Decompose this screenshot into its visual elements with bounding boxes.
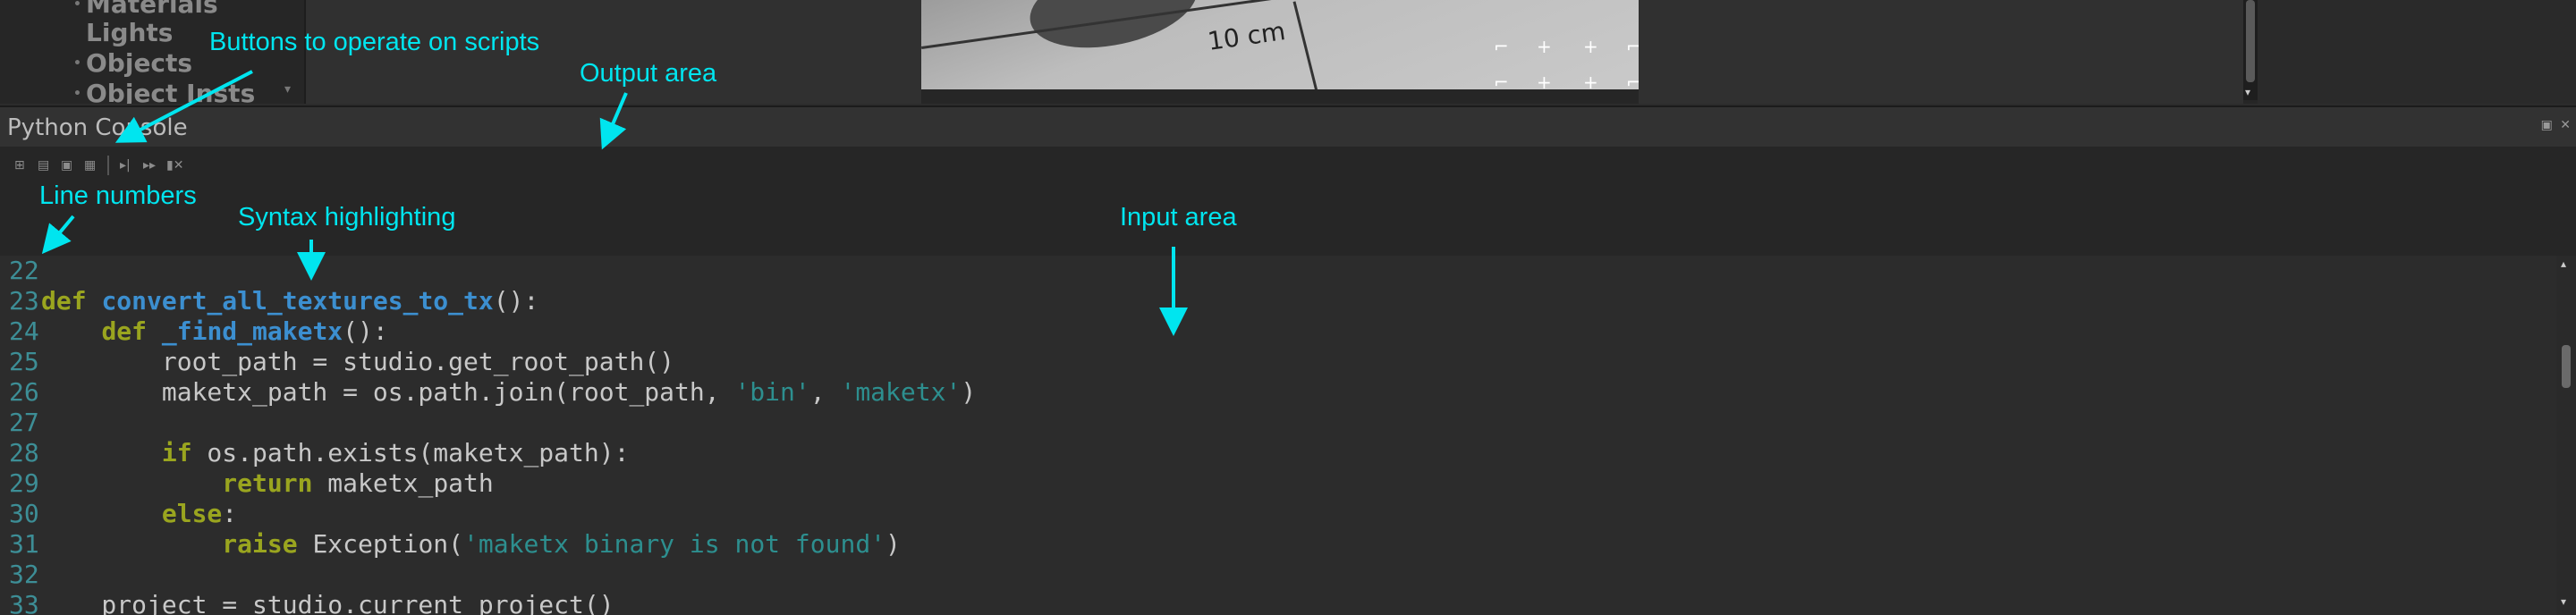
- clear-output-icon[interactable]: ▮✕: [166, 157, 183, 173]
- annotation-syntax: Syntax highlighting: [238, 203, 456, 232]
- string-token: 'bin': [734, 377, 810, 407]
- code-token: ,: [809, 377, 841, 407]
- code-text: def _find_maketx():: [41, 316, 388, 347]
- viewport-background: [1639, 0, 2243, 104]
- code-token: project = studio.current_project(): [41, 590, 614, 615]
- code-text: raise Exception('maketx binary is not fo…: [41, 529, 901, 560]
- panel-controls-icon[interactable]: ▣ ✕: [2541, 118, 2572, 132]
- open-script-icon[interactable]: ▤: [38, 157, 49, 173]
- code-token: ():: [493, 286, 539, 316]
- code-text: root_path = studio.get_root_path(): [41, 347, 674, 377]
- code-text: maketx_path = os.path.join(root_path, 'b…: [41, 377, 976, 408]
- string-token: 'maketx binary is not found': [463, 529, 886, 559]
- scrollbar-thumb[interactable]: [2246, 0, 2255, 82]
- scroll-up-icon[interactable]: ▴: [2561, 257, 2566, 270]
- scale-label: 10 cm: [1206, 16, 1288, 56]
- code-token: maketx_path: [312, 468, 494, 498]
- viewport-scrollbar[interactable]: ▾: [2243, 0, 2258, 100]
- function-token: convert_all_textures_to_tx: [101, 286, 494, 316]
- keyword-token: raise: [222, 529, 298, 559]
- line-number: 30: [9, 499, 39, 528]
- keyword-token: def: [41, 286, 87, 316]
- keyword-token: else: [161, 499, 223, 528]
- line-number: 25: [9, 347, 39, 376]
- code-token: ():: [343, 316, 388, 346]
- keyword-token: return: [222, 468, 313, 498]
- toolbar-divider: [107, 156, 109, 175]
- line-number: 26: [9, 377, 39, 407]
- console-header: Python Console ▣ ✕: [0, 105, 2576, 148]
- line-number: 22: [9, 256, 39, 285]
- crop-mark-icon: ⌐: [1494, 36, 1509, 57]
- line-number: 31: [9, 529, 39, 559]
- run-line-icon[interactable]: ▸|: [120, 157, 131, 173]
- scroll-down-icon[interactable]: ▾: [2561, 595, 2566, 608]
- code-token: os.path.exists(maketx_path):: [191, 438, 630, 468]
- annotation-output: Output area: [580, 59, 717, 88]
- code-text: project = studio.current_project(): [41, 590, 614, 615]
- code-text: else:: [41, 499, 237, 529]
- line-number: 29: [9, 468, 39, 498]
- line-number: 23: [9, 286, 39, 316]
- scroll-down-icon[interactable]: ▾: [2245, 86, 2250, 98]
- code-token: ): [961, 377, 977, 407]
- panel-title: Python Console: [7, 114, 188, 141]
- crop-mark-icon: +: [1537, 36, 1552, 57]
- line-number: 27: [9, 408, 39, 437]
- function-token: _find_maketx: [161, 316, 343, 346]
- tree-scroll-arrow-icon[interactable]: ▾: [284, 82, 291, 97]
- tree-item-lights[interactable]: Lights: [86, 18, 173, 48]
- code-text: if os.path.exists(maketx_path):: [41, 438, 630, 468]
- keyword-token: def: [101, 316, 148, 346]
- script-toolbar: ⊞ ▤ ▣ ▦ ▸| ▸▸ ▮✕: [0, 147, 2576, 184]
- keyword-token: if: [161, 438, 192, 468]
- line-number: 33: [9, 590, 39, 615]
- code-input-area[interactable]: 22 23 def convert_all_textures_to_tx(): 24 …: [0, 256, 2556, 615]
- run-all-icon[interactable]: ▸▸: [143, 157, 156, 173]
- crop-mark-icon: +: [1583, 36, 1598, 57]
- viewport-render[interactable]: 10 cm ⌐ + + ⌐ ⌐ + + ⌐: [921, 0, 1639, 89]
- tree-item-materials[interactable]: • Materials: [73, 0, 218, 20]
- code-scrollbar[interactable]: ▴ ▾: [2556, 256, 2576, 615]
- tree-item-object-insts[interactable]: • Object Insts: [73, 79, 255, 104]
- new-script-icon[interactable]: ⊞: [14, 157, 25, 173]
- side-panel: [2258, 0, 2576, 104]
- code-token: maketx_path = os.path.join(root_path,: [41, 377, 735, 407]
- save-as-icon[interactable]: ▦: [84, 157, 96, 173]
- code-token: root_path = studio.get_root_path(): [41, 347, 675, 376]
- annotation-buttons: Buttons to operate on scripts: [209, 28, 540, 56]
- annotation-line-numbers: Line numbers: [39, 181, 197, 210]
- line-number: 28: [9, 438, 39, 468]
- code-token: :: [222, 499, 238, 528]
- code-text: return maketx_path: [41, 468, 494, 499]
- save-script-icon[interactable]: ▣: [61, 157, 72, 173]
- code-text: def convert_all_textures_to_tx():: [41, 286, 538, 316]
- crop-mark-icon: ⌐: [1494, 72, 1509, 89]
- ruler-line: [1292, 1, 1322, 89]
- code-token: Exception(: [297, 529, 464, 559]
- crop-mark-icon: +: [1537, 72, 1552, 89]
- annotation-input: Input area: [1120, 203, 1237, 232]
- tree-item-objects[interactable]: • Objects: [73, 48, 192, 79]
- line-number: 24: [9, 316, 39, 346]
- string-token: 'maketx': [840, 377, 962, 407]
- line-number: 32: [9, 560, 39, 589]
- crop-mark-icon: ⌐: [1626, 36, 1639, 57]
- code-token: ): [886, 529, 901, 559]
- crop-mark-icon: +: [1583, 72, 1598, 89]
- scrollbar-thumb[interactable]: [2562, 345, 2571, 388]
- crop-mark-icon: ⌐: [1626, 72, 1639, 89]
